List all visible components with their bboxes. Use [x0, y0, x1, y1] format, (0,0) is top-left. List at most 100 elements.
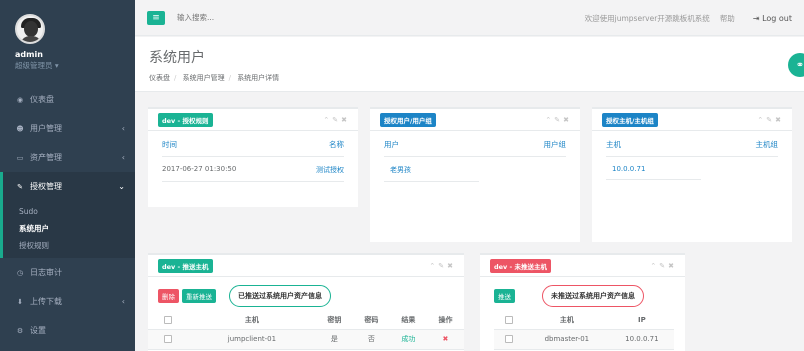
col-header: 结果 [389, 311, 427, 330]
panel-header: dev - 授权规则 ⌃✎✖ [148, 109, 358, 131]
hamburger-icon: ≡ [152, 12, 160, 23]
chevron-left-icon: ‹ [121, 297, 125, 306]
panel-title-label: dev - 未推送主机 [490, 258, 552, 273]
top-navbar: ≡ 欢迎使用jumpserver开源跳板机系统 帮助 ⇥ Log out [135, 0, 804, 36]
sign-out-icon: ⇥ [752, 13, 763, 23]
user-role-dropdown[interactable]: 超级管理员 ▾ [15, 60, 135, 71]
sidebar-item-settings[interactable]: ⚙ 设置 [0, 316, 135, 345]
edit-icon: ✎ [17, 182, 23, 191]
unpushed-hosts-table: 主机 IP dbmaster-01 10.0.0.71 [494, 311, 674, 350]
chevron-left-icon: ‹ [121, 153, 125, 162]
panel-tools[interactable]: ⌃✎✖ [650, 262, 677, 270]
sidebar-nav: ◉ 仪表盘 ☻ 用户管理 ‹ ▭ 资产管理 ‹ ✎ 授权管理 ⌄ Sudo 系统… [0, 85, 135, 345]
col-host-header: 主机 [606, 140, 621, 149]
breadcrumb-current: 系统用户详情 [237, 74, 280, 82]
panel-title-label: dev - 授权规则 [158, 112, 213, 127]
help-link[interactable]: 帮助 [720, 13, 735, 24]
select-all-checkbox[interactable] [164, 315, 172, 324]
history-icon: ◷ [16, 268, 24, 277]
subnav-system-users[interactable]: 系统用户 [3, 220, 135, 237]
subnav-sudo[interactable]: Sudo [3, 203, 135, 220]
sidebar-item-transfer[interactable]: ⬇ 上传下载 ‹ [0, 287, 135, 316]
repush-button[interactable]: 重新推送 [182, 289, 216, 303]
pushed-hosts-table: 主机 密钥 密码 结果 操作 jumpclient-01 是 否 成功 ✖ [148, 311, 464, 350]
host-cell: dbmaster-01 [524, 329, 610, 350]
sidebar-item-audit[interactable]: ◷ 日志审计 [0, 258, 135, 287]
host-link[interactable]: 10.0.0.71 [612, 165, 645, 173]
panel-tools[interactable]: ⌃✎✖ [429, 262, 456, 270]
sidebar-item-label: 日志审计 [30, 268, 62, 277]
user-link[interactable]: 老男孩 [390, 165, 411, 175]
table-row: 10.0.0.71 [606, 157, 701, 180]
col-header: 操作 [426, 311, 464, 330]
logout-label: Log out [762, 13, 792, 23]
sidebar-item-assets[interactable]: ▭ 资产管理 ‹ [0, 143, 135, 172]
select-all-checkbox[interactable] [505, 315, 513, 324]
perms-submenu: Sudo 系统用户 授权规则 [0, 201, 135, 258]
panel-tools[interactable]: ⌃✎✖ [757, 116, 784, 124]
row-checkbox[interactable] [505, 335, 513, 343]
dashboard-icon: ◉ [16, 95, 24, 104]
sidebar: admin 超级管理员 ▾ ◉ 仪表盘 ☻ 用户管理 ‹ ▭ 资产管理 ‹ ✎ … [0, 0, 135, 351]
page-title: 系统用户 [149, 50, 205, 66]
sidebar-item-users[interactable]: ☻ 用户管理 ‹ [0, 114, 135, 143]
rule-name-link[interactable]: 测试授权 [316, 165, 344, 175]
push-button[interactable]: 推送 [494, 289, 515, 303]
welcome-text: 欢迎使用jumpserver开源跳板机系统 [584, 13, 710, 23]
rule-time: 2017-06-27 01:30:50 [162, 165, 237, 173]
username[interactable]: admin [15, 50, 135, 59]
table-row: jumpclient-01 是 否 成功 ✖ [148, 329, 464, 350]
col-group-header: 用户组 [543, 140, 567, 149]
logout-link[interactable]: ⇥ Log out [753, 14, 792, 23]
table-row: 2017-06-27 01:30:50 测试授权 [162, 157, 344, 182]
sidebar-item-dashboard[interactable]: ◉ 仪表盘 [0, 85, 135, 114]
panel-title-label: dev - 推送主机 [158, 258, 213, 273]
breadcrumb-dashboard[interactable]: 仪表盘 [149, 74, 170, 82]
sidebar-item-label: 仪表盘 [30, 95, 54, 104]
table-row: dbmaster-01 10.0.0.71 [494, 329, 674, 350]
top-right-links: 欢迎使用jumpserver开源跳板机系统 帮助 ⇥ Log out [585, 0, 792, 36]
share-icon: ⚭ [795, 59, 804, 71]
col-time-header: 时间 [162, 140, 177, 149]
page-heading: 系统用户 仪表盘 / 系统用户管理 / 系统用户详情 ⚭ [135, 37, 804, 92]
rule-panel: dev - 授权规则 ⌃✎✖ 时间 名称 2017-06-27 01:30:50… [148, 107, 358, 207]
panel-tools[interactable]: ⌃✎✖ [545, 116, 572, 124]
unpushed-note: 未推送过系统用户资产信息 [542, 285, 644, 307]
col-header: IP [609, 311, 674, 330]
chevron-left-icon: ‹ [121, 124, 125, 133]
key-cell: 是 [315, 329, 353, 350]
subnav-perm-rules[interactable]: 授权规则 [3, 237, 135, 254]
host-cell: jumpclient-01 [188, 329, 316, 350]
table-row: 老男孩 [384, 157, 479, 182]
delete-icon[interactable]: ✖ [426, 329, 464, 350]
col-name-header: 名称 [329, 140, 344, 149]
sidebar-item-label: 设置 [30, 326, 46, 335]
menu-toggle-button[interactable]: ≡ [147, 10, 165, 25]
col-header: 密码 [352, 311, 390, 330]
col-header: 主机 [524, 311, 610, 330]
gears-icon: ⚙ [16, 326, 24, 335]
row-checkbox[interactable] [164, 335, 172, 343]
result-cell: 成功 [389, 329, 427, 350]
breadcrumb-system-user-mgmt[interactable]: 系统用户管理 [183, 74, 225, 82]
panel-title-label: 授权用户/用户组 [380, 112, 436, 127]
auth-hosts-panel: 授权主机/主机组 ⌃✎✖ 主机 主机组 10.0.0.71 [592, 107, 792, 242]
sidebar-item-label: 用户管理 [30, 124, 62, 133]
panel-header: dev - 推送主机 ⌃✎✖ [148, 255, 464, 277]
chevron-down-icon: ⌄ [118, 182, 125, 191]
sidebar-item-perms[interactable]: ✎ 授权管理 ⌄ [0, 172, 135, 201]
unpushed-hosts-panel: dev - 未推送主机 ⌃✎✖ 推送 未推送过系统用户资产信息 主机 IP db… [480, 253, 685, 351]
pushed-hosts-panel: dev - 推送主机 ⌃✎✖ 删除 重新推送 已推送过系统用户资产信息 主机 密… [148, 253, 464, 351]
sidebar-item-label: 上传下载 [30, 297, 62, 306]
delete-button[interactable]: 删除 [158, 289, 179, 303]
col-header: 密钥 [315, 311, 353, 330]
avatar[interactable] [15, 14, 45, 44]
panel-title-label: 授权主机/主机组 [602, 112, 658, 127]
panel-header: 授权用户/用户组 ⌃✎✖ [370, 109, 580, 131]
search-input[interactable] [177, 13, 377, 22]
panel-header: 授权主机/主机组 ⌃✎✖ [592, 109, 792, 131]
sidebar-item-label: 授权管理 [30, 182, 62, 191]
panel-tools[interactable]: ⌃✎✖ [323, 116, 350, 124]
pushed-note: 已推送过系统用户资产信息 [229, 285, 331, 307]
assets-icon: ▭ [16, 153, 24, 162]
